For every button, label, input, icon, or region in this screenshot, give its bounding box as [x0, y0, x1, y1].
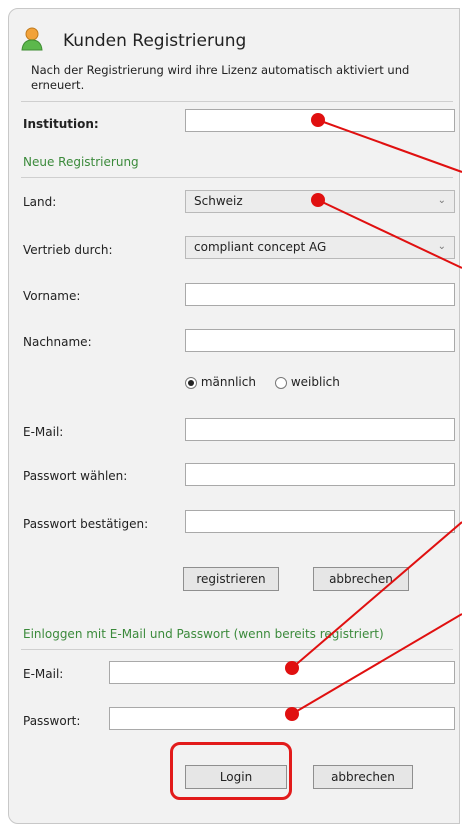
annotation-dot — [311, 193, 325, 207]
annotation-dot — [285, 661, 299, 675]
annotation-lines — [291, 119, 462, 715]
annotation-dot — [311, 113, 325, 127]
annotation-dot — [285, 707, 299, 721]
